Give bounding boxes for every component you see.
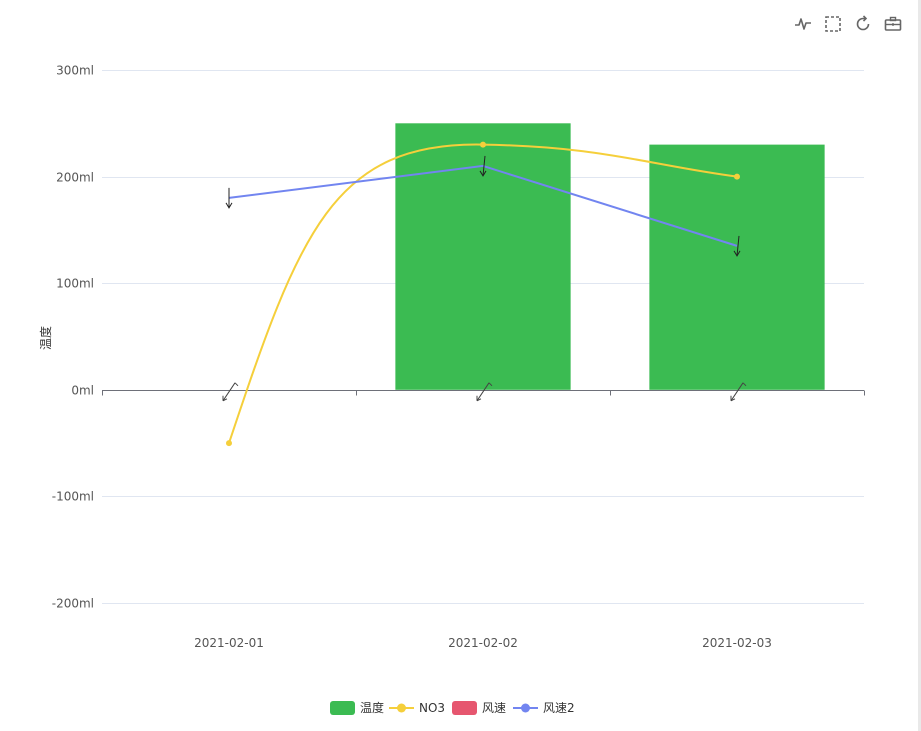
legend-swatch [330,701,355,715]
legend-swatch [452,701,477,715]
legend-label: 风速2 [543,701,575,715]
x-tick-label: 2021-02-02 [448,636,518,650]
legend-label: 风速 [482,701,506,715]
y-tick-label: 0ml [71,384,94,398]
legend-label: 温度 [360,700,384,715]
bar [649,144,825,390]
y-tick-label: -200ml [52,597,94,611]
line-point [734,173,740,180]
legend-item: NO3 [389,701,445,715]
chart-plot: 300ml 200ml 100ml 0ml -100ml -200ml 温度 2021-02-… [38,64,865,715]
x-tick-label: 2021-02-01 [194,636,264,650]
legend-item: 风速2 [513,701,575,715]
legend-swatch-dot [521,703,530,713]
wind-barb-tip [234,382,239,387]
y-tick-label: 200ml [56,171,94,185]
y-tick-label: 100ml [56,277,94,291]
line-point [226,440,232,447]
legend-item: 温度 [330,700,384,715]
x-tick-label: 2021-02-03 [702,636,772,650]
legend: 温度 NO3 风速 风速2 [330,700,575,715]
bar [395,123,571,390]
y-axis-title: 温度 [38,326,53,350]
legend-label: NO3 [419,701,445,715]
y-tick-label: 300ml [56,64,94,78]
y-tick-label: -100ml [52,490,94,504]
bar-series-temperature [395,123,825,390]
wind-barb [222,382,236,402]
legend-item: 风速 [452,701,506,715]
legend-swatch-dot [397,703,406,713]
line-point [480,141,486,148]
chart-container: 300ml 200ml 100ml 0ml -100ml -200ml 温度 2021-02-… [0,0,921,731]
